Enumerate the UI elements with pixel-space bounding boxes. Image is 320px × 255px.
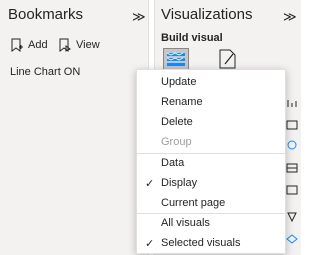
menu-separator (137, 153, 285, 154)
menu-item-update[interactable]: Update (161, 76, 196, 88)
format-visual-icon[interactable] (217, 48, 239, 70)
visualizations-collapse-button[interactable]: ≫ (283, 9, 297, 25)
menu-item-rename[interactable]: Rename (161, 96, 203, 108)
visual-type-icon[interactable] (286, 163, 298, 173)
bookmarks-title: Bookmarks (8, 6, 84, 23)
build-visual-label: Build visual (161, 32, 223, 44)
menu-item-current-page[interactable]: Current page (161, 197, 225, 209)
add-bookmark-label: Add (28, 39, 48, 51)
view-bookmark-label: View (76, 39, 100, 51)
bookmarks-pane: Bookmarks ≫ Add View Line Chart ON (0, 0, 149, 255)
menu-item-selected-visuals[interactable]: Selected visuals (161, 237, 241, 249)
menu-separator (137, 213, 285, 214)
add-bookmark-icon (11, 38, 23, 52)
menu-item-all-visuals[interactable]: All visuals (161, 217, 210, 229)
view-bookmark-icon (59, 38, 71, 52)
selected-visuals-check-icon: ✓ (145, 238, 155, 250)
visual-type-icon[interactable] (286, 140, 298, 150)
view-bookmark-button[interactable]: View (58, 38, 100, 52)
menu-item-display[interactable]: Display (161, 177, 197, 189)
visual-type-icon[interactable] (286, 98, 298, 108)
bookmarks-collapse-button[interactable]: ≫ (132, 9, 146, 25)
visualizations-title: Visualizations (161, 6, 253, 23)
visual-type-icon[interactable] (286, 234, 298, 244)
bookmark-context-menu: Update Rename Delete Group Data ✓ Displa… (136, 69, 286, 254)
menu-item-data[interactable]: Data (161, 157, 184, 169)
visual-type-icon[interactable] (286, 185, 298, 195)
menu-item-group: Group (161, 136, 192, 148)
visual-type-icon[interactable] (286, 212, 298, 222)
visual-type-icon[interactable] (286, 120, 298, 130)
menu-item-delete[interactable]: Delete (161, 116, 193, 128)
bookmark-item[interactable]: Line Chart ON (10, 66, 80, 78)
build-visual-icon (166, 52, 185, 66)
display-check-icon: ✓ (145, 178, 155, 190)
add-bookmark-button[interactable]: Add (10, 38, 48, 52)
